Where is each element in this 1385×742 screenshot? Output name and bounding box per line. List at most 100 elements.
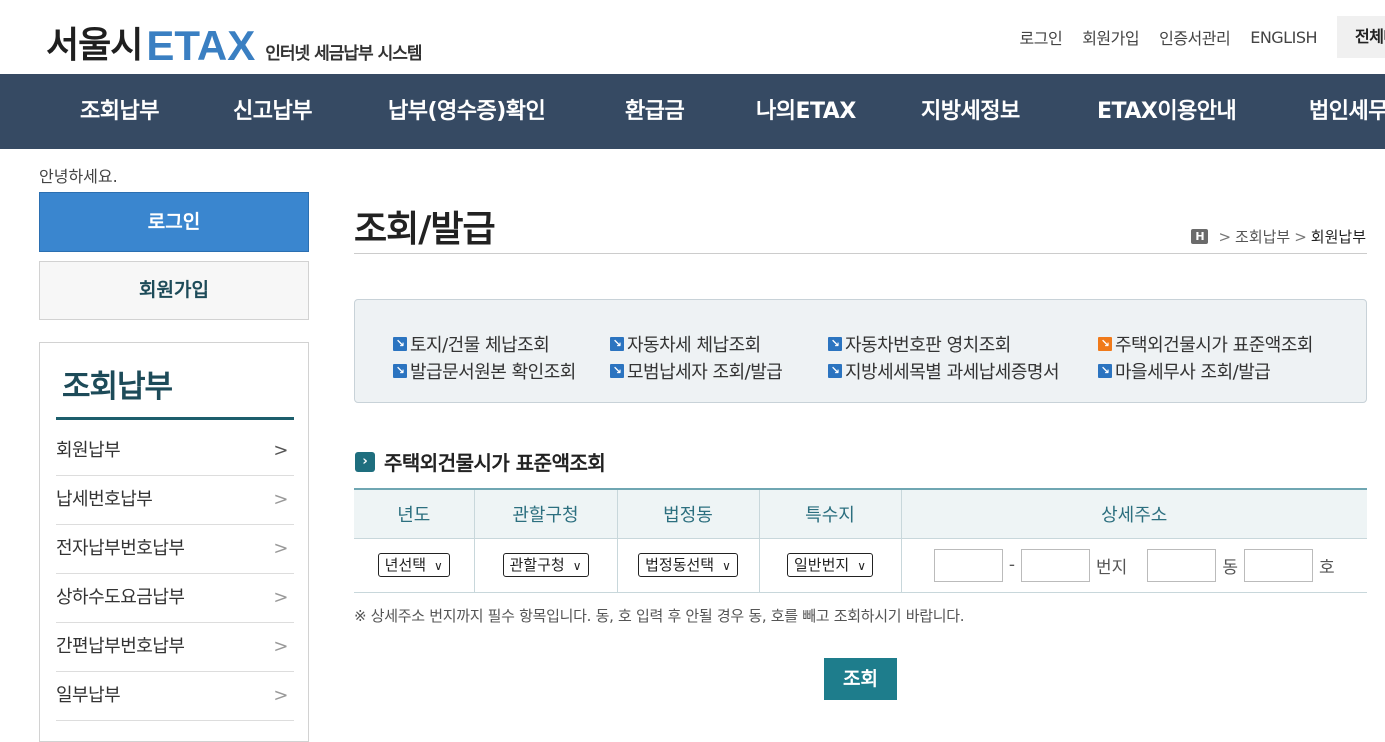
- side-menu-item[interactable]: 상하수도요금납부 >: [56, 574, 294, 623]
- district-select-value: 관할구청: [509, 556, 565, 574]
- logo-subtitle: 인터넷 세금납부 시스템: [265, 44, 422, 64]
- nav-item-local-tax-info[interactable]: 지방세정보: [921, 74, 1020, 149]
- quick-link-label: 마을세무사 조회/발급: [1115, 362, 1271, 383]
- quick-link-label: 발급문서원본 확인조회: [410, 362, 576, 383]
- nav-item-refund[interactable]: 환급금: [625, 74, 685, 149]
- ho-label: 호: [1318, 557, 1335, 578]
- address-dash: -: [1008, 555, 1016, 575]
- section-title: › 주택외건물시가 표준액조회: [355, 447, 606, 476]
- nav-item-corporate-tax[interactable]: 법인세무: [1309, 74, 1385, 149]
- lot-type-select[interactable]: 일반번지 ∨: [787, 553, 873, 577]
- detail-address-fields: - 번지 동 호: [902, 548, 1368, 582]
- side-menu-item[interactable]: 회원납부 >: [56, 427, 294, 476]
- greeting-text: 안녕하세요.: [39, 167, 118, 186]
- breadcrumb-separator-icon: >: [1294, 227, 1307, 246]
- arrow-link-icon: ↘: [610, 337, 624, 351]
- util-login-link[interactable]: 로그인: [1020, 25, 1063, 49]
- arrow-link-icon: ↘: [828, 337, 842, 351]
- util-certificate-link[interactable]: 인증서관리: [1159, 25, 1231, 49]
- column-header-district: 관할구청: [473, 488, 617, 539]
- chevron-down-icon: ∨: [572, 559, 582, 573]
- side-menu-item-label: 전자납부번호납부: [56, 538, 185, 559]
- arrow-link-icon: ↘: [1098, 337, 1112, 351]
- breadcrumb-item[interactable]: 조회납부: [1235, 226, 1290, 247]
- column-header-dong: 법정동: [616, 488, 759, 539]
- quick-link[interactable]: ↘ 지방세세목별 과세납세증명서: [828, 358, 1060, 384]
- chevron-down-icon: ∨: [722, 559, 731, 573]
- breadcrumb-separator-icon: >: [1218, 227, 1232, 246]
- quick-link[interactable]: ↘ 모범납세자 조회/발급: [610, 358, 783, 384]
- page-title: 조회/발급: [354, 209, 496, 250]
- side-menu-divider: [56, 417, 294, 420]
- main-nav: 조회납부 신고납부 납부(영수증)확인 환급금 나의ETAX 지방세정보 ETA…: [0, 74, 1385, 149]
- home-icon[interactable]: H: [1191, 229, 1209, 244]
- lot-type-select-value: 일반번지: [794, 556, 850, 574]
- chevron-right-icon: >: [273, 636, 288, 657]
- quick-link-label: 주택외건물시가 표준액조회: [1115, 335, 1313, 356]
- quick-link-label: 자동차세 체납조회: [627, 335, 761, 356]
- quick-link-label: 지방세세목별 과세납세증명서: [845, 362, 1060, 383]
- side-menu-item[interactable]: 간편납부번호납부 >: [56, 623, 294, 672]
- dong-select[interactable]: 법정동선택 ∨: [638, 553, 738, 577]
- column-header-special-lot: 특수지: [758, 488, 901, 539]
- side-menu-item-label: 납세번호납부: [56, 489, 153, 510]
- chevron-down-icon: ∨: [434, 559, 443, 573]
- dong-select-value: 법정동선택: [645, 556, 715, 574]
- all-menu-button[interactable]: 전체메뉴: [1337, 16, 1385, 58]
- side-menu-title: 조회납부: [62, 369, 173, 405]
- column-header-year: 년도: [354, 488, 474, 539]
- chevron-right-icon: ›: [355, 451, 375, 472]
- year-select-value: 년선택: [384, 556, 427, 574]
- util-join-link[interactable]: 회원가입: [1082, 25, 1139, 49]
- column-header-detail-address: 상세주소: [900, 488, 1367, 539]
- arrow-link-icon: ↘: [393, 337, 407, 351]
- logo-city: 서울시: [46, 25, 143, 66]
- unit-ho-input[interactable]: [1243, 548, 1313, 582]
- quick-link-label: 자동차번호판 영치조회: [845, 335, 1011, 356]
- side-menu-item[interactable]: 전자납부번호납부 >: [56, 525, 294, 574]
- quick-link[interactable]: ↘ 토지/건물 체납조회: [393, 331, 550, 357]
- nav-item-receipt-check[interactable]: 납부(영수증)확인: [388, 74, 546, 149]
- side-menu-item[interactable]: 일부납부 >: [56, 672, 294, 721]
- quick-link-active[interactable]: ↘ 주택외건물시가 표준액조회: [1098, 331, 1313, 357]
- login-button[interactable]: 로그인: [39, 192, 309, 252]
- chevron-right-icon: >: [273, 440, 288, 461]
- quick-link-label: 모범납세자 조회/발급: [627, 362, 783, 383]
- logo-brand: ETAX: [146, 22, 256, 69]
- arrow-link-icon: ↘: [1098, 364, 1112, 378]
- dong-label: 동: [1222, 557, 1238, 578]
- side-menu-item[interactable]: 납세번호납부 >: [56, 476, 294, 525]
- arrow-link-icon: ↘: [610, 364, 624, 378]
- year-select[interactable]: 년선택 ∨: [377, 553, 450, 577]
- lot-sub-number-input[interactable]: [1021, 548, 1091, 582]
- utility-nav: 로그인 회원가입 인증서관리 ENGLISH 전체메뉴: [1020, 16, 1385, 58]
- chevron-down-icon: ∨: [857, 559, 866, 573]
- breadcrumb-current: 회원납부: [1310, 228, 1366, 246]
- section-title-text: 주택외건물시가 표준액조회: [384, 451, 606, 475]
- join-button[interactable]: 회원가입: [39, 261, 309, 320]
- arrow-link-icon: ↘: [828, 364, 842, 378]
- notice-text: ※ 상세주소 번지까지 필수 항목입니다. 동, 호 입력 후 안될 경우 동,…: [354, 607, 965, 625]
- chevron-right-icon: >: [273, 538, 288, 559]
- quick-links-box: ↘ 토지/건물 체납조회 ↘ 자동차세 체납조회 ↘ 자동차번호판 영치조회 ↘…: [354, 299, 1367, 403]
- quick-link[interactable]: ↘ 마을세무사 조회/발급: [1098, 358, 1271, 384]
- util-english-link[interactable]: ENGLISH: [1250, 28, 1317, 47]
- quick-link[interactable]: ↘ 발급문서원본 확인조회: [393, 358, 576, 384]
- nav-item-inquiry-payment[interactable]: 조회납부: [80, 74, 159, 149]
- quick-link[interactable]: ↘ 자동차번호판 영치조회: [828, 331, 1011, 357]
- nav-item-etax-guide[interactable]: ETAX이용안내: [1097, 74, 1237, 149]
- breadcrumb: H > 조회납부 > 회원납부: [1191, 226, 1366, 247]
- building-dong-input[interactable]: [1147, 548, 1217, 582]
- nav-item-report-payment[interactable]: 신고납부: [233, 74, 312, 149]
- district-select[interactable]: 관할구청 ∨: [502, 553, 589, 577]
- quick-link[interactable]: ↘ 자동차세 체납조회: [610, 331, 761, 357]
- lot-label: 번지: [1096, 557, 1128, 578]
- search-button[interactable]: 조회: [824, 658, 897, 700]
- nav-item-my-etax[interactable]: 나의ETAX: [756, 74, 856, 149]
- chevron-right-icon: >: [273, 685, 288, 706]
- side-menu-item-label: 간편납부번호납부: [56, 636, 185, 657]
- side-menu-item-label: 회원납부: [56, 440, 121, 461]
- lot-main-number-input[interactable]: [933, 548, 1003, 582]
- side-menu: 조회납부 회원납부 > 납세번호납부 > 전자납부번호납부 > 상하수도요금납부…: [39, 342, 309, 742]
- site-logo[interactable]: 서울시 ETAX 인터넷 세금납부 시스템: [46, 16, 423, 69]
